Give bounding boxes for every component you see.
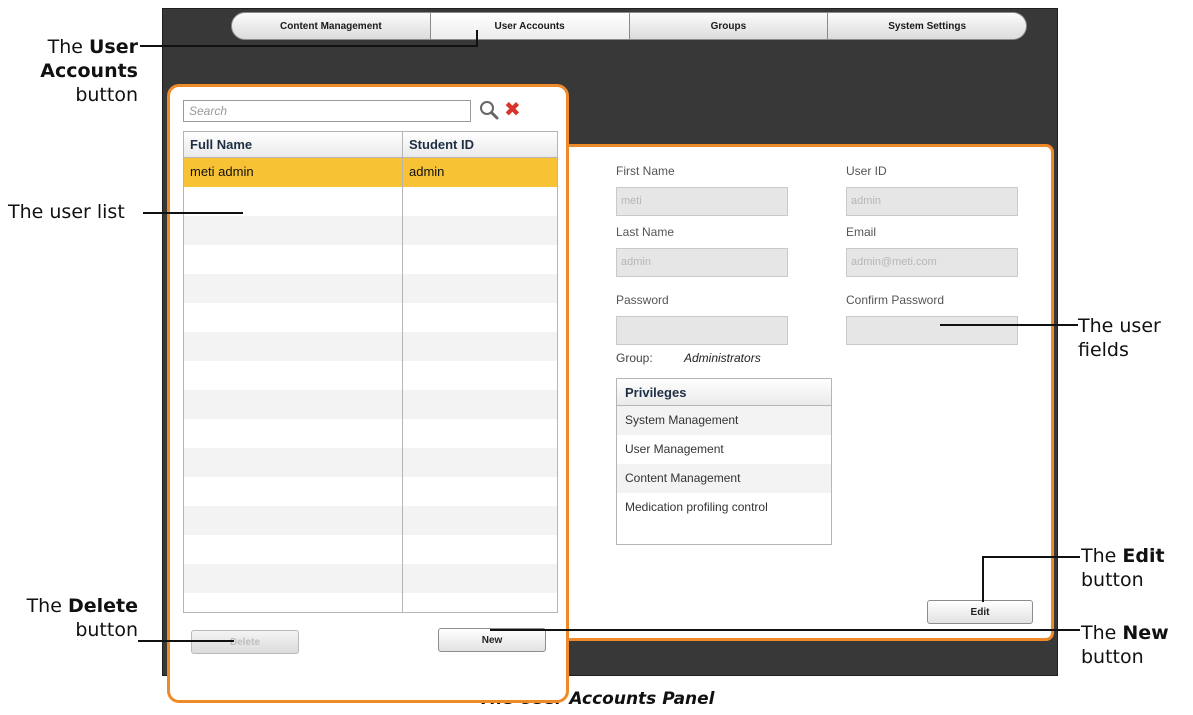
search-input[interactable]: Search (183, 100, 471, 122)
search-icon[interactable] (478, 99, 500, 121)
tab-content-management[interactable]: Content Management (231, 12, 431, 40)
user-id-field[interactable]: admin (846, 187, 1018, 216)
new-button[interactable]: New (438, 628, 546, 652)
last-name-field[interactable]: admin (616, 248, 788, 277)
empty-row (184, 564, 557, 593)
user-id-label: User ID (846, 164, 887, 178)
empty-row (184, 390, 557, 419)
callout-delete: The Delete button (26, 595, 138, 641)
password-field[interactable] (616, 316, 788, 345)
delete-button[interactable]: Delete (191, 630, 299, 654)
empty-row (184, 361, 557, 390)
privilege-item: System Management (617, 406, 831, 435)
callout-edit: The Edit button (1081, 545, 1165, 591)
user-list-panel: Search ✖ Full Name Student ID meti admin… (167, 84, 569, 703)
callout-user-fields: The user fields (1078, 315, 1161, 361)
callout-line (490, 629, 1080, 631)
clear-search-icon[interactable]: ✖ (504, 98, 521, 120)
privilege-item: Content Management (617, 464, 831, 493)
privilege-item: Medication profiling control (625, 500, 768, 514)
edit-button[interactable]: Edit (927, 600, 1033, 624)
empty-row (184, 274, 557, 303)
user-fields-panel: First Name meti User ID admin Last Name … (565, 144, 1054, 641)
tab-user-accounts[interactable]: User Accounts (430, 12, 630, 40)
callout-user-accounts: The User Accounts button (40, 36, 138, 106)
confirm-password-field[interactable] (846, 316, 1018, 345)
empty-row (184, 303, 557, 332)
callout-line (140, 45, 478, 47)
empty-row (184, 419, 557, 448)
email-label: Email (846, 225, 877, 239)
privileges-header: Privileges (617, 379, 831, 406)
column-header-full-name[interactable]: Full Name (184, 132, 403, 157)
last-name-label: Last Name (616, 225, 675, 239)
empty-row (184, 448, 557, 477)
callout-line (982, 556, 984, 602)
privileges-table: Privileges System Management User Manage… (616, 378, 832, 545)
empty-row (184, 477, 557, 506)
tab-bar: Content Management User Accounts Groups … (231, 12, 1027, 42)
table-row[interactable]: meti admin admin (184, 158, 557, 187)
user-list-header: Full Name Student ID (184, 132, 557, 158)
email-field[interactable]: admin@meti.com (846, 248, 1018, 277)
column-header-student-id[interactable]: Student ID (403, 132, 557, 157)
callout-line (138, 640, 234, 642)
empty-row (184, 506, 557, 535)
empty-row (184, 216, 557, 245)
callout-new: The New button (1081, 622, 1169, 668)
callout-line (143, 212, 243, 214)
cell-full-name: meti admin (184, 158, 403, 187)
callout-line (476, 30, 478, 46)
callout-line (982, 556, 1080, 558)
tab-groups[interactable]: Groups (629, 12, 829, 40)
group-value: Administrators (684, 351, 761, 365)
password-label: Password (616, 293, 669, 307)
first-name-label: First Name (616, 164, 675, 178)
cell-student-id: admin (409, 164, 445, 179)
empty-row (184, 245, 557, 274)
confirm-password-label: Confirm Password (846, 293, 945, 307)
user-list-table: Full Name Student ID meti admin admin (183, 131, 558, 613)
group-label: Group: (616, 351, 653, 365)
empty-row (184, 332, 557, 361)
tab-system-settings[interactable]: System Settings (828, 12, 1027, 40)
privilege-item: User Management (625, 442, 724, 456)
empty-row (184, 593, 557, 612)
callout-line (940, 324, 1078, 326)
first-name-field[interactable]: meti (616, 187, 788, 216)
empty-row (184, 535, 557, 564)
callout-user-list: The user list (8, 201, 125, 223)
